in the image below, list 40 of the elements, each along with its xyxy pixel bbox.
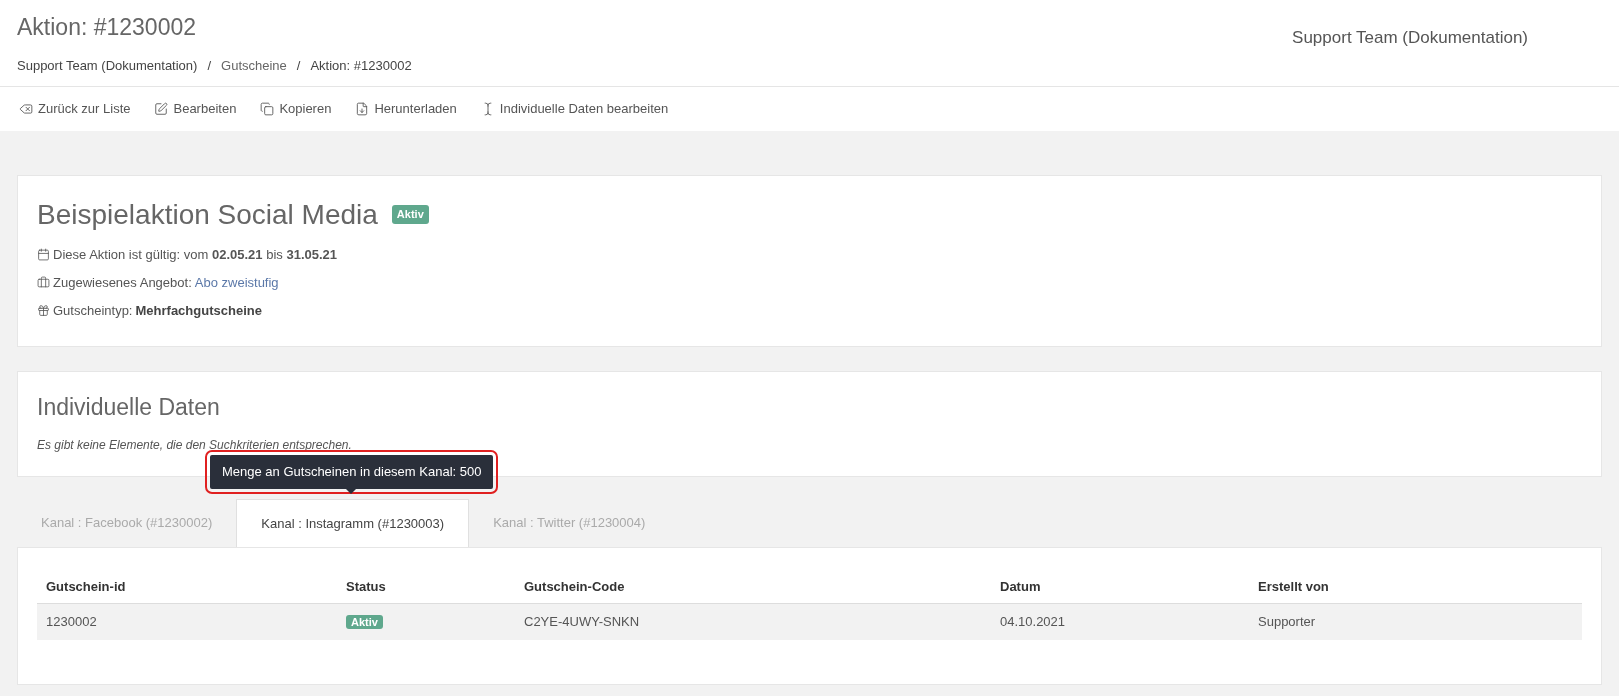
page-title: Aktion: #1230002 <box>17 13 198 42</box>
back-icon <box>19 101 33 116</box>
gift-icon <box>37 304 50 317</box>
column-header: Erstellt von <box>1257 577 1330 596</box>
campaign-title: Beispielaktion Social Media <box>37 197 378 232</box>
detail-label: Gutscheintyp: <box>53 301 133 320</box>
status-badge: Aktiv <box>346 615 383 630</box>
channel-tab[interactable]: Kanal : Instagramm (#1230003) <box>236 499 470 547</box>
breadcrumb-link[interactable]: Aktion: #1230002 <box>310 56 412 76</box>
tooltip-pointer-icon <box>346 488 356 494</box>
detail-text: Diese Aktion ist gültig: vom 02.05.21 bis 31.05.21 <box>53 245 338 264</box>
download-icon <box>355 101 370 116</box>
calendar-icon <box>37 248 50 261</box>
offer-icon <box>37 276 50 289</box>
status-badge: Aktiv <box>391 205 429 224</box>
offer-link[interactable]: Abo zweistufig <box>194 272 279 293</box>
table-cell: 1230002 <box>46 614 97 630</box>
table-cell: 04.10.2021 <box>1000 614 1066 630</box>
detail-label: Zugewiesenes Angebot: <box>53 273 192 292</box>
detail-value: Mehrfachgutscheine <box>135 301 262 320</box>
breadcrumb-separator: / <box>296 57 301 75</box>
column-header: Status <box>345 577 387 596</box>
empty-message: Es gibt keine Elemente, die den Suchkriterien entsprechen. <box>37 437 353 454</box>
edit-icon <box>154 101 169 116</box>
column-header: Gutschein-id <box>45 577 127 596</box>
breadcrumb-link[interactable]: Gutscheine <box>221 56 287 76</box>
section-title: Individuelle Daten <box>37 392 221 422</box>
toolbar-button[interactable]: Kopieren <box>260 98 332 119</box>
column-header: Gutschein-Code <box>523 577 626 596</box>
copy-icon <box>260 101 275 116</box>
toolbar-button[interactable]: Herunterladen <box>355 98 457 119</box>
team-name: Support Team (Dokumentation) <box>1292 27 1529 49</box>
toolbar-button[interactable]: Individuelle Daten bearbeiten <box>480 98 669 119</box>
table-cell: C2YE-4UWY-SNKN <box>524 614 640 630</box>
column-header: Datum <box>999 577 1042 596</box>
breadcrumb-link[interactable]: Support Team (Dokumentation) <box>17 56 198 76</box>
table-cell: Supporter <box>1258 614 1316 630</box>
toolbar-button[interactable]: Bearbeiten <box>154 98 237 119</box>
breadcrumb-separator: / <box>207 57 212 75</box>
toolbar-button[interactable]: Zurück zur Liste <box>19 98 131 119</box>
